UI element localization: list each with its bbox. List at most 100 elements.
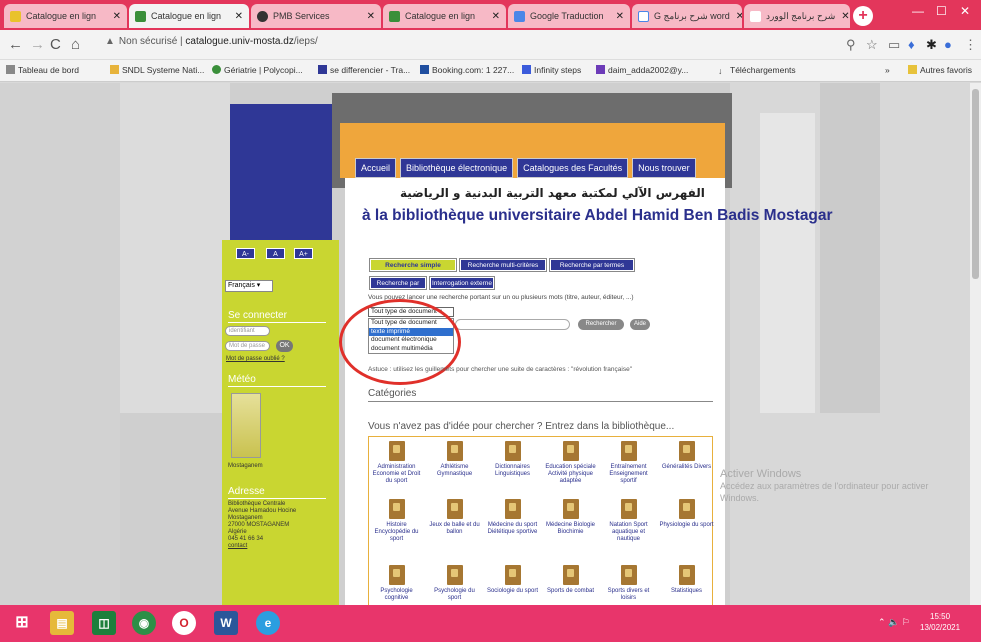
font-normal-button[interactable]: A — [266, 248, 285, 259]
new-tab-button[interactable]: + — [853, 6, 873, 26]
bookmark[interactable]: Infinity steps — [522, 65, 581, 75]
bookmark[interactable]: Gériatrie | Polycopi... — [212, 65, 303, 75]
bookmark-icon — [318, 65, 327, 74]
minimize-icon[interactable]: — — [912, 4, 924, 18]
star-icon[interactable]: ☆ — [866, 37, 878, 53]
font-increase-button[interactable]: A+ — [294, 248, 313, 259]
tab-terms[interactable]: Recherche par termes — [550, 259, 634, 271]
search-button[interactable]: Rechercher — [578, 319, 624, 330]
tab-external[interactable]: Interrogation externe — [430, 277, 494, 289]
category-item[interactable]: Psychologie cognitive — [369, 565, 424, 602]
more-bookmarks-icon[interactable]: » — [885, 65, 890, 75]
menu-item-bibliotheque[interactable]: Bibliothèque électronique — [400, 158, 514, 178]
menu-icon[interactable]: ⋮ — [964, 37, 977, 53]
category-item[interactable]: Sociologie du sport — [485, 565, 540, 595]
system-tray-icons[interactable]: ⌃ 🔈 ⚐ — [878, 617, 910, 628]
download-icon: ↓ — [718, 66, 723, 76]
scrollbar-thumb[interactable] — [972, 89, 979, 279]
tab-simple-search[interactable]: Recherche simple — [370, 259, 456, 271]
login-ok-button[interactable]: OK — [276, 340, 293, 352]
browser-tab-active[interactable]: Catalogue en lign ✕ — [129, 4, 249, 28]
extension-icon[interactable]: ♦ — [908, 37, 915, 52]
windows-start-icon[interactable]: ⊞ — [10, 611, 34, 635]
menu-item-catalogues[interactable]: Catalogues des Facultés — [517, 158, 629, 178]
zoom-icon[interactable]: ⚲ — [846, 37, 856, 53]
font-decrease-button[interactable]: A- — [236, 248, 255, 259]
reload-icon[interactable]: C — [50, 36, 61, 53]
bookmark[interactable]: ↓ Téléchargements — [718, 65, 796, 76]
category-item[interactable]: Jeux de balle et du ballon — [427, 499, 482, 536]
search-input[interactable] — [455, 319, 570, 330]
word-icon[interactable]: W — [214, 611, 238, 635]
category-item[interactable]: Physiologie du sport — [659, 499, 714, 529]
close-icon[interactable]: ✕ — [107, 11, 121, 22]
system-clock[interactable]: 15:50 13/02/2021 — [920, 611, 960, 633]
forward-icon[interactable]: → — [30, 36, 45, 53]
chrome-icon[interactable]: ◉ — [132, 611, 156, 635]
category-item[interactable]: Administration Economie et Droit du spor… — [369, 441, 424, 485]
page-scrollbar[interactable] — [970, 83, 981, 605]
close-icon[interactable]: ✕ — [835, 11, 849, 22]
weather-widget[interactable] — [231, 393, 261, 458]
category-item[interactable]: Médecine Biologie Biochimie — [543, 499, 598, 536]
category-item[interactable]: Psychologie du sport — [427, 565, 482, 602]
tab-label: PMB Services — [273, 11, 330, 21]
category-item[interactable]: Sports de combat — [543, 565, 598, 595]
bookmark-label: Autres favoris — [920, 65, 972, 75]
bookmark[interactable]: Tableau de bord — [6, 65, 79, 75]
browser-tab[interactable]: Catalogue en lign ✕ — [4, 4, 127, 28]
category-item[interactable]: Natation Sport aquatique et nautique — [601, 499, 656, 543]
category-item[interactable]: Entraînement Enseignement sportif — [601, 441, 656, 485]
browser-tab[interactable]: Catalogue en lign ✕ — [383, 4, 506, 28]
bookmark-label: se differencier - Tra... — [330, 65, 411, 75]
category-item[interactable]: Education spéciale Activité physique ada… — [543, 441, 598, 485]
close-icon[interactable]: ✕ — [229, 11, 243, 22]
bookmark[interactable]: Booking.com: 1 227... — [420, 65, 514, 75]
close-icon[interactable]: ✕ — [361, 11, 375, 22]
maximize-icon[interactable]: ☐ — [936, 4, 947, 18]
close-icon[interactable]: ✕ — [486, 11, 500, 22]
contact-link[interactable]: contact — [228, 543, 333, 550]
book-icon — [562, 441, 579, 461]
page-viewport: Accueil Bibliothèque électronique Catalo… — [0, 83, 970, 605]
login-input[interactable]: identifiant — [225, 326, 270, 336]
category-item[interactable]: Sports divers et loisirs — [601, 565, 656, 602]
bookmarks-bar: Tableau de bord SNDL Systeme Nati... Gér… — [0, 60, 981, 82]
opera-icon[interactable]: O — [172, 611, 196, 635]
puzzle-icon[interactable]: ✱ — [926, 37, 937, 53]
store-icon[interactable]: ◫ — [92, 611, 116, 635]
bookmark[interactable]: daim_adda2002@y... — [596, 65, 688, 75]
bookmark[interactable]: se differencier - Tra... — [318, 65, 410, 75]
home-icon[interactable]: ⌂ — [71, 36, 80, 53]
tab-tags[interactable]: Recherche par tags — [370, 277, 426, 298]
category-item[interactable]: Athlétisme Gymnastique — [427, 441, 482, 478]
profile-icon[interactable]: ● — [944, 37, 952, 52]
browser-tab[interactable]: شرح برنامج الوورد ✕ — [744, 4, 850, 28]
close-icon[interactable]: ✕ — [730, 11, 742, 22]
forgot-password-link[interactable]: Mot de passe oublié ? — [226, 356, 331, 363]
category-item[interactable]: Généralités Divers — [659, 441, 714, 471]
browser-tab[interactable]: PMB Services ✕ — [251, 4, 381, 28]
extension-icon[interactable]: ▭ — [888, 37, 900, 53]
menu-item-accueil[interactable]: Accueil — [355, 158, 397, 178]
edge-icon[interactable]: e — [256, 611, 280, 635]
close-window-icon[interactable]: ✕ — [960, 4, 970, 18]
url-field[interactable]: ▲ Non sécurisé | catalogue.univ-mosta.dz/… — [105, 36, 318, 47]
back-icon[interactable]: ← — [8, 36, 23, 53]
language-select[interactable]: Français ▾ — [225, 280, 273, 292]
category-item[interactable]: Statistiques — [659, 565, 714, 595]
bookmark-folder[interactable]: Autres favoris — [908, 65, 972, 75]
password-input[interactable]: Mot de passe — [225, 341, 270, 351]
browser-tab-bar: Catalogue en lign ✕ Catalogue en lign ✕ PM… — [0, 0, 981, 30]
browser-tab[interactable]: G شرح برنامج word ✕ — [632, 4, 742, 28]
category-item[interactable]: Histoire Encyclopédie du sport — [369, 499, 424, 543]
menu-item-nous-trouver[interactable]: Nous trouver — [632, 158, 696, 178]
help-button[interactable]: Aide — [630, 319, 650, 330]
browser-tab[interactable]: Google Traduction ✕ — [508, 4, 630, 28]
file-explorer-icon[interactable]: ▤ — [50, 611, 74, 635]
bookmark[interactable]: SNDL Systeme Nati... — [110, 65, 204, 75]
category-item[interactable]: Dictionnaires Linguistiques — [485, 441, 540, 478]
close-icon[interactable]: ✕ — [610, 11, 624, 22]
tab-multi-criteria[interactable]: Recherche multi-critères — [460, 259, 546, 271]
category-item[interactable]: Médecine du sport Diététique sportive — [485, 499, 540, 536]
